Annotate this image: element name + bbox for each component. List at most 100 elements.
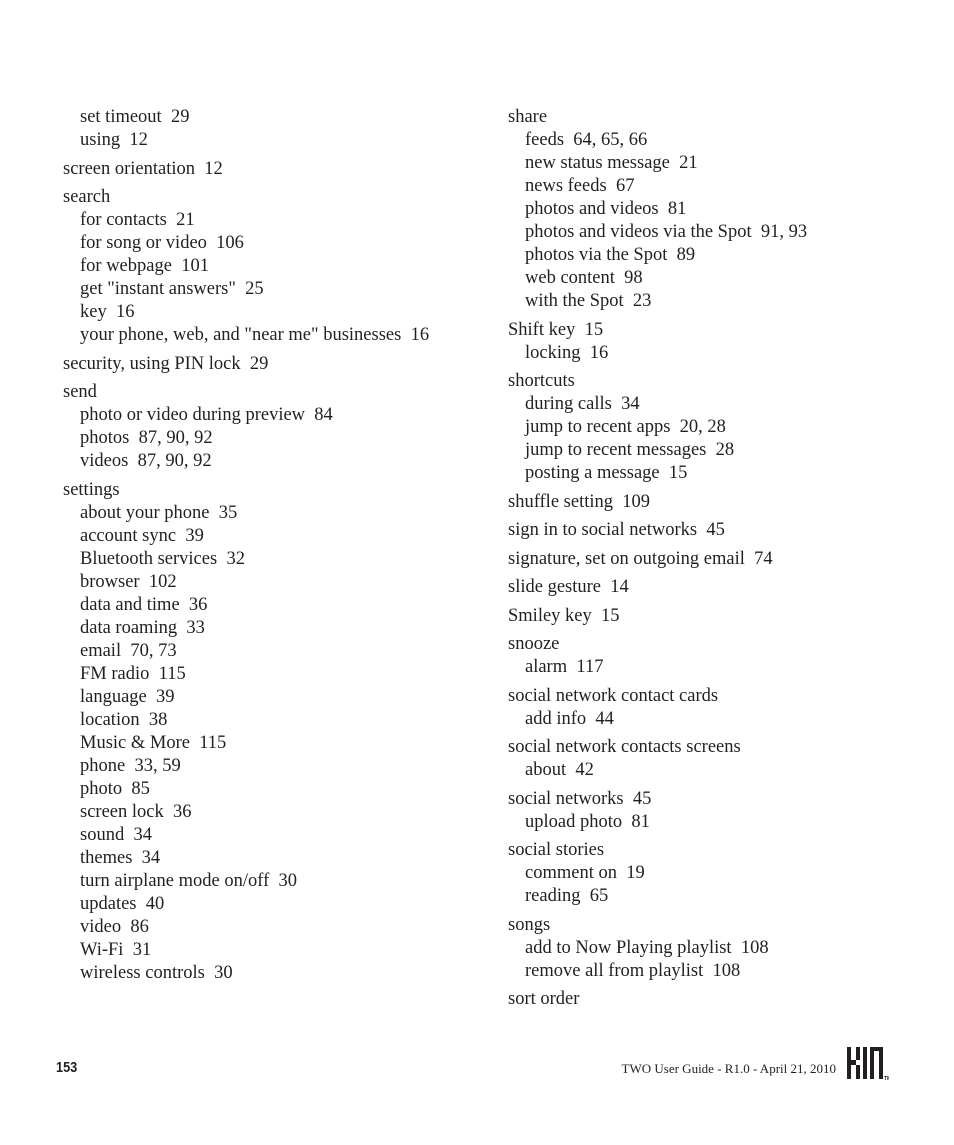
subterm-text: data roaming [80, 617, 178, 638]
subterm-text: location [80, 709, 140, 730]
subterm-text: Wi-Fi [80, 939, 124, 960]
page-refs[interactable]: 45 [624, 789, 652, 809]
page-refs[interactable]: 15 [592, 606, 620, 626]
page-refs[interactable]: 32 [217, 549, 245, 569]
page-refs[interactable]: 64, 65, 66 [564, 130, 647, 150]
page-refs[interactable]: 16 [107, 302, 135, 322]
page-refs[interactable]: 108 [732, 938, 769, 958]
subterm-text: web content [525, 268, 615, 288]
page-refs[interactable]: 34 [132, 848, 161, 868]
page-refs[interactable]: 86 [121, 917, 149, 937]
index-subterm: themes 34 [63, 847, 463, 870]
page-refs[interactable]: 106 [207, 233, 244, 253]
page-refs[interactable]: 16 [581, 343, 609, 363]
page-refs[interactable]: 20, 28 [670, 417, 726, 437]
page-refs[interactable]: 35 [209, 503, 238, 523]
index-subterm: for webpage 101 [63, 255, 463, 278]
page-refs[interactable]: 87, 90, 92 [129, 428, 213, 448]
page-refs[interactable]: 12 [120, 130, 148, 150]
page-refs[interactable]: 30 [205, 963, 233, 983]
page-refs[interactable]: 81 [622, 812, 650, 832]
index-subterm: Bluetooth services 32 [63, 548, 463, 571]
page-refs[interactable]: 14 [601, 577, 629, 597]
page-refs[interactable]: 19 [617, 863, 645, 883]
term-text: signature, set on outgoing email [508, 548, 745, 569]
page-refs[interactable]: 44 [586, 709, 614, 729]
index-subterm: photo 85 [63, 778, 463, 801]
page-refs[interactable]: 15 [575, 320, 604, 340]
index-term: shuffle setting 109 [508, 491, 908, 514]
page-refs[interactable]: 89 [667, 245, 696, 265]
page-refs[interactable]: 34 [612, 394, 640, 414]
index-entry: send photo or video during preview 84 photo… [63, 381, 463, 473]
index-subterm: set timeout 29 [63, 106, 463, 129]
page-refs[interactable]: 28 [706, 440, 735, 460]
term-text: social network contacts screens [508, 737, 741, 757]
page-refs[interactable]: 39 [147, 687, 175, 707]
page-refs[interactable]: 85 [122, 779, 150, 799]
subterm-text: videos [80, 451, 129, 471]
page-refs[interactable]: 70, 73 [121, 641, 176, 661]
subterm-text: get "instant answers" [80, 279, 236, 299]
index-subterm: phone 33, 59 [63, 755, 463, 778]
term-text: settings [63, 479, 120, 500]
index-entry: social stories comment on 19 reading 65 [508, 839, 908, 908]
page-refs[interactable]: 25 [236, 279, 264, 299]
page-refs[interactable]: 81 [659, 199, 687, 219]
page-refs[interactable]: 38 [140, 710, 168, 730]
term-text: shortcuts [508, 371, 575, 391]
index-subterm: feeds 64, 65, 66 [508, 129, 908, 152]
index-subterm: locking 16 [508, 342, 908, 365]
page-refs[interactable]: 21 [167, 210, 195, 230]
page-refs[interactable]: 115 [149, 664, 186, 684]
page-refs[interactable]: 67 [607, 176, 635, 196]
index-subterm: updates 40 [63, 893, 463, 916]
page-refs[interactable]: 33, 59 [125, 756, 180, 776]
page-refs[interactable]: 30 [269, 871, 297, 891]
kin-logo-icon: TM [847, 1047, 889, 1081]
subterm-text: news feeds [525, 176, 607, 196]
subterm-text: remove all from playlist [525, 960, 704, 981]
page-refs[interactable]: 21 [670, 153, 698, 173]
page-refs[interactable]: 108 [703, 961, 741, 981]
page-number: 153 [56, 1059, 78, 1076]
subterm-text: account sync [80, 525, 177, 546]
page-refs[interactable]: 31 [123, 940, 152, 960]
page-refs[interactable]: 29 [241, 354, 269, 374]
page-refs[interactable]: 45 [697, 520, 725, 540]
index-subterm: sound 34 [63, 824, 463, 847]
page-refs[interactable]: 117 [567, 657, 603, 677]
term-text: screen orientation [63, 158, 196, 179]
page-refs[interactable]: 102 [140, 572, 177, 592]
page-refs[interactable]: 65 [580, 886, 609, 906]
page-refs[interactable]: 36 [164, 802, 192, 822]
index-subterm: FM radio 115 [63, 663, 463, 686]
index-term: settings [63, 479, 463, 502]
page-refs[interactable]: 15 [660, 463, 688, 483]
page-refs[interactable]: 40 [137, 894, 165, 914]
page-refs[interactable]: 101 [172, 256, 209, 276]
page-refs[interactable]: 74 [745, 549, 773, 569]
page-refs[interactable]: 23 [624, 291, 652, 311]
index-term: security, using PIN lock 29 [63, 353, 463, 376]
page-refs[interactable]: 34 [124, 825, 152, 845]
page-refs[interactable]: 87, 90, 92 [128, 451, 212, 471]
page-refs[interactable]: 12 [195, 159, 223, 179]
page-refs[interactable]: 115 [190, 733, 226, 753]
page-refs[interactable]: 16 [401, 325, 430, 345]
page-refs[interactable]: 42 [566, 760, 594, 780]
page-refs[interactable]: 98 [615, 268, 643, 288]
page-refs[interactable]: 36 [180, 595, 208, 615]
subterm-text: Music & More [80, 732, 190, 753]
index-subterm: new status message 21 [508, 152, 908, 175]
page-refs[interactable]: 84 [305, 405, 333, 425]
page-refs[interactable]: 33 [177, 618, 205, 638]
subterm-text: reading [525, 886, 581, 906]
subterm-text: locking [525, 342, 581, 363]
page-refs[interactable]: 109 [613, 492, 650, 512]
index-term: Smiley key 15 [508, 605, 908, 628]
page-refs[interactable]: 29 [162, 107, 190, 127]
page-refs[interactable]: 91, 93 [752, 222, 807, 242]
page-refs[interactable]: 39 [176, 526, 204, 546]
index-entry: shortcuts during calls 34 jump to recent ap… [508, 370, 908, 485]
